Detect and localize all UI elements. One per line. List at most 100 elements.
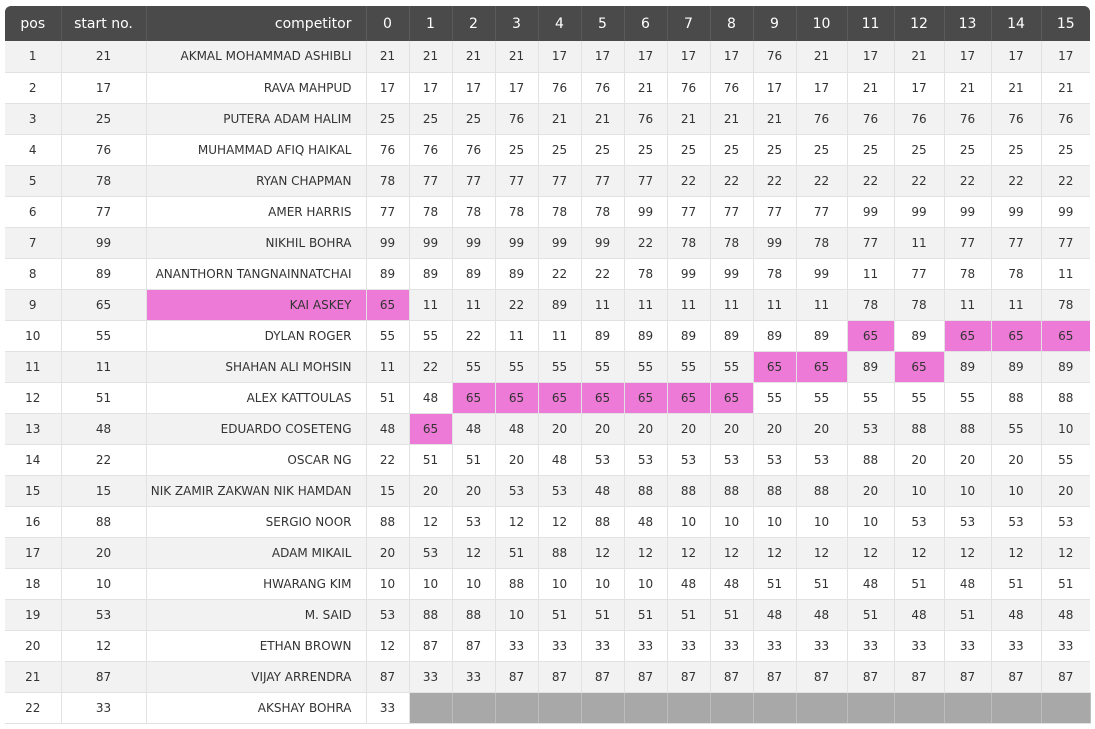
lap-cell: 89 xyxy=(538,289,582,321)
lap-cell: 21 xyxy=(710,103,754,135)
table-row[interactable]: 19 53 M. SAID 53 88 88 10 51 51 51 51 51 48 48 51 48 51 4… xyxy=(5,599,1090,631)
lap-cell: 25 xyxy=(581,134,625,166)
lap-cell: 99 xyxy=(667,258,711,290)
start-no-cell: 25 xyxy=(61,103,147,135)
lap-cell: 88 xyxy=(710,475,754,507)
competitor-cell: KAI ASKEY xyxy=(146,289,367,321)
lap-cell: 99 xyxy=(944,196,992,228)
table-row[interactable]: 1 21 AKMAL MOHAMMAD ASHIBLI 21 21 21 21 17 17 17 1… xyxy=(5,41,1090,73)
lap-cell: 11 xyxy=(991,289,1042,321)
lap-cell: 11 xyxy=(944,289,992,321)
lap-cell: 20 xyxy=(624,413,668,445)
lap-cell: 53 xyxy=(753,444,797,476)
table-row[interactable]: 2 17 RAVA MAHPUD 17 17 17 17 76 76 21 76 76 17 17 21 17… xyxy=(5,72,1090,104)
lap-cell: 99 xyxy=(894,196,945,228)
competitor-cell: HWARANG KIM xyxy=(146,568,367,600)
header-lap-0[interactable]: 0 xyxy=(366,6,410,41)
lap-cell: 87 xyxy=(847,661,895,693)
lap-cell: 17 xyxy=(538,41,582,73)
pos-cell: 13 xyxy=(5,413,62,445)
header-lap-5[interactable]: 5 xyxy=(581,6,625,41)
lap-cell: 77 xyxy=(894,258,945,290)
lap-cell: 17 xyxy=(667,41,711,73)
lap-cell xyxy=(710,692,754,724)
competitor-cell: SHAHAN ALI MOHSIN xyxy=(146,351,367,383)
lap-cell: 25 xyxy=(538,134,582,166)
lap-cell: 48 xyxy=(624,506,668,538)
lap-cell: 88 xyxy=(894,413,945,445)
lap-cell: 17 xyxy=(366,72,410,104)
table-row[interactable]: 4 76 MUHAMMAD AFIQ HAIKAL 76 76 76 25 25 25 25 25 2… xyxy=(5,134,1090,166)
header-lap-14[interactable]: 14 xyxy=(991,6,1042,41)
table-row[interactable]: 9 65 KAI ASKEY 65 11 11 22 89 11 11 11 11 11 11 78 78 11… xyxy=(5,289,1090,321)
table-row[interactable]: 22 33 AKSHAY BOHRA 33 xyxy=(5,692,1091,724)
table-row[interactable]: 7 99 NIKHIL BOHRA 99 99 99 99 99 99 22 78 78 99 78 77 1… xyxy=(5,227,1090,259)
pos-cell: 21 xyxy=(5,661,62,693)
header-lap-15[interactable]: 15 xyxy=(1041,6,1090,41)
header-lap-7[interactable]: 7 xyxy=(667,6,711,41)
table-row[interactable]: 11 11 SHAHAN ALI MOHSIN 11 22 55 55 55 55 55 55 55 6… xyxy=(5,351,1090,383)
lap-cell: 65 xyxy=(991,320,1042,352)
lap-cell: 12 xyxy=(538,506,582,538)
lap-cell: 20 xyxy=(667,413,711,445)
competitor-cell: EDUARDO COSETENG xyxy=(146,413,367,445)
lap-cell: 48 xyxy=(667,568,711,600)
start-no-cell: 53 xyxy=(61,599,147,631)
lap-cell: 99 xyxy=(1041,196,1090,228)
pos-cell: 2 xyxy=(5,72,62,104)
lap-cell: 87 xyxy=(495,661,539,693)
table-row[interactable]: 14 22 OSCAR NG 22 51 51 20 48 53 53 53 53 53 53 88 20 20… xyxy=(5,444,1090,476)
table-row[interactable]: 13 48 EDUARDO COSETENG 48 65 48 48 20 20 20 20 20 20… xyxy=(5,413,1090,445)
lap-cell: 17 xyxy=(753,72,797,104)
header-lap-12[interactable]: 12 xyxy=(894,6,945,41)
lap-cell: 78 xyxy=(581,196,625,228)
header-lap-6[interactable]: 6 xyxy=(624,6,668,41)
lap-cell: 88 xyxy=(847,444,895,476)
table-row[interactable]: 21 87 VIJAY ARRENDRA 87 33 33 87 87 87 87 87 87 87 87… xyxy=(5,661,1090,693)
table-row[interactable]: 20 12 ETHAN BROWN 12 87 87 33 33 33 33 33 33 33 33 33 3… xyxy=(5,630,1090,662)
lap-cell: 12 xyxy=(894,537,945,569)
header-lap-10[interactable]: 10 xyxy=(796,6,848,41)
lap-cell: 78 xyxy=(1041,289,1090,321)
lap-cell: 21 xyxy=(366,41,410,73)
header-lap-9[interactable]: 9 xyxy=(753,6,797,41)
lap-cell: 78 xyxy=(452,196,496,228)
lap-cell: 76 xyxy=(581,72,625,104)
table-row[interactable]: 18 10 HWARANG KIM 10 10 10 88 10 10 10 48 48 51 51 48 5… xyxy=(5,568,1090,600)
lap-cell: 88 xyxy=(409,599,453,631)
header-row: pos start no. competitor 0 1 2 3 4 5 6 7… xyxy=(5,6,1090,41)
lap-cell xyxy=(495,692,539,724)
lap-cell: 22 xyxy=(796,165,848,197)
table-row[interactable]: 17 20 ADAM MIKAIL 20 53 12 51 88 12 12 12 12 12 12 12 1… xyxy=(5,537,1090,569)
lap-cell: 55 xyxy=(1041,444,1090,476)
start-no-cell: 89 xyxy=(61,258,147,290)
table-row[interactable]: 8 89 ANANTHORN TANGNAINNATCHAI 89 89 89 89 22 22… xyxy=(5,258,1090,290)
lap-cell: 20 xyxy=(1041,475,1090,507)
lap-cell: 53 xyxy=(581,444,625,476)
header-pos[interactable]: pos xyxy=(5,6,62,41)
header-lap-1[interactable]: 1 xyxy=(409,6,453,41)
header-lap-13[interactable]: 13 xyxy=(944,6,992,41)
table-row[interactable]: 16 88 SERGIO NOOR 88 12 53 12 12 88 48 10 10 10 10 10 5… xyxy=(5,506,1090,538)
header-lap-8[interactable]: 8 xyxy=(710,6,754,41)
table-row[interactable]: 12 51 ALEX KATTOULAS 51 48 65 65 65 65 65 65 65 55 55… xyxy=(5,382,1090,414)
header-lap-11[interactable]: 11 xyxy=(847,6,895,41)
header-competitor[interactable]: competitor xyxy=(146,6,367,41)
table-row[interactable]: 6 77 AMER HARRIS 77 78 78 78 78 78 99 77 77 77 77 99 99… xyxy=(5,196,1090,228)
header-lap-2[interactable]: 2 xyxy=(452,6,496,41)
lap-cell: 89 xyxy=(409,258,453,290)
lap-cell: 76 xyxy=(495,103,539,135)
table-row[interactable]: 3 25 PUTERA ADAM HALIM 25 25 25 76 21 21 76 21 21 21… xyxy=(5,103,1090,135)
header-lap-3[interactable]: 3 xyxy=(495,6,539,41)
lap-cell: 17 xyxy=(847,41,895,73)
lap-cell: 25 xyxy=(796,134,848,166)
lap-cell: 21 xyxy=(538,103,582,135)
table-row[interactable]: 10 55 DYLAN ROGER 55 55 22 11 11 89 89 89 89 89 89 65 8… xyxy=(5,320,1090,352)
lap-cell: 99 xyxy=(581,227,625,259)
lap-cell: 10 xyxy=(944,475,992,507)
table-row[interactable]: 5 78 RYAN CHAPMAN 78 77 77 77 77 77 77 22 22 22 22 22 2… xyxy=(5,165,1090,197)
header-start-no[interactable]: start no. xyxy=(61,6,147,41)
header-lap-4[interactable]: 4 xyxy=(538,6,582,41)
table-row[interactable]: 15 15 NIK ZAMIR ZAKWAN NIK HAMDAN 15 20 20 53 5… xyxy=(5,475,1090,507)
lap-cell: 11 xyxy=(581,289,625,321)
